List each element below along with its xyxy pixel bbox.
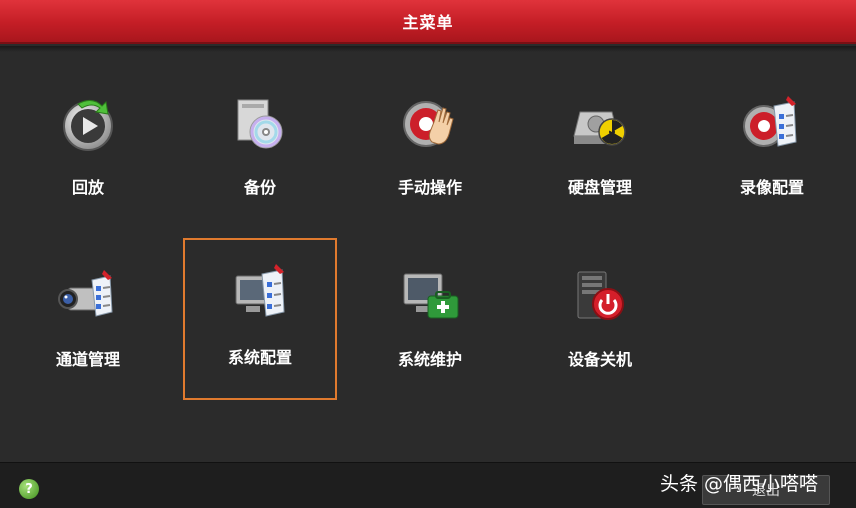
menu-item-label: 备份	[243, 178, 276, 197]
camera-channel-icon	[56, 264, 120, 328]
menu-item-channel-management[interactable]: 通道管理	[13, 224, 163, 374]
system-maintenance-icon	[398, 264, 462, 328]
device-shutdown-icon	[568, 264, 632, 328]
window-title: 主菜单	[402, 13, 454, 32]
menu-item-label: 回放	[71, 178, 104, 197]
watermark-text: 头条 @偶西小嗒嗒	[660, 473, 819, 495]
menu-item-label: 手动操作	[397, 178, 462, 197]
menu-item-system-maintenance[interactable]: 系统维护	[355, 224, 505, 374]
menu-item-record-config[interactable]: 录像配置	[697, 52, 847, 202]
menu-item-device-shutdown[interactable]: 设备关机	[525, 224, 675, 374]
menu-item-manual-operation[interactable]: 手动操作	[355, 52, 505, 202]
menu-item-playback[interactable]: 回放	[13, 52, 163, 202]
system-config-icon	[228, 262, 292, 326]
menu-item-hdd-management[interactable]: 硬盘管理	[525, 52, 675, 202]
menu-item-label: 硬盘管理	[567, 178, 632, 197]
record-config-icon	[740, 92, 804, 156]
status-bar: ? 退出 头条 @偶西小嗒嗒	[0, 462, 856, 508]
playback-icon	[56, 92, 120, 156]
menu-item-system-config[interactable]: 系统配置	[183, 238, 337, 400]
title-bar: 主菜单	[0, 0, 856, 44]
hdd-management-icon	[568, 92, 632, 156]
main-menu-grid: 回放 备份 手动操作 硬盘管理 录像配置 通道管理 系统配置 系统维护 设备关机	[0, 52, 856, 462]
menu-item-backup[interactable]: 备份	[185, 52, 335, 202]
help-icon[interactable]: ?	[19, 479, 39, 499]
menu-item-label: 录像配置	[739, 178, 804, 197]
menu-item-label: 系统配置	[227, 348, 292, 367]
menu-item-label: 设备关机	[567, 350, 632, 369]
backup-disc-icon	[228, 92, 292, 156]
menu-item-label: 系统维护	[397, 350, 462, 369]
menu-item-label: 通道管理	[55, 350, 120, 369]
manual-operation-icon	[398, 92, 462, 156]
